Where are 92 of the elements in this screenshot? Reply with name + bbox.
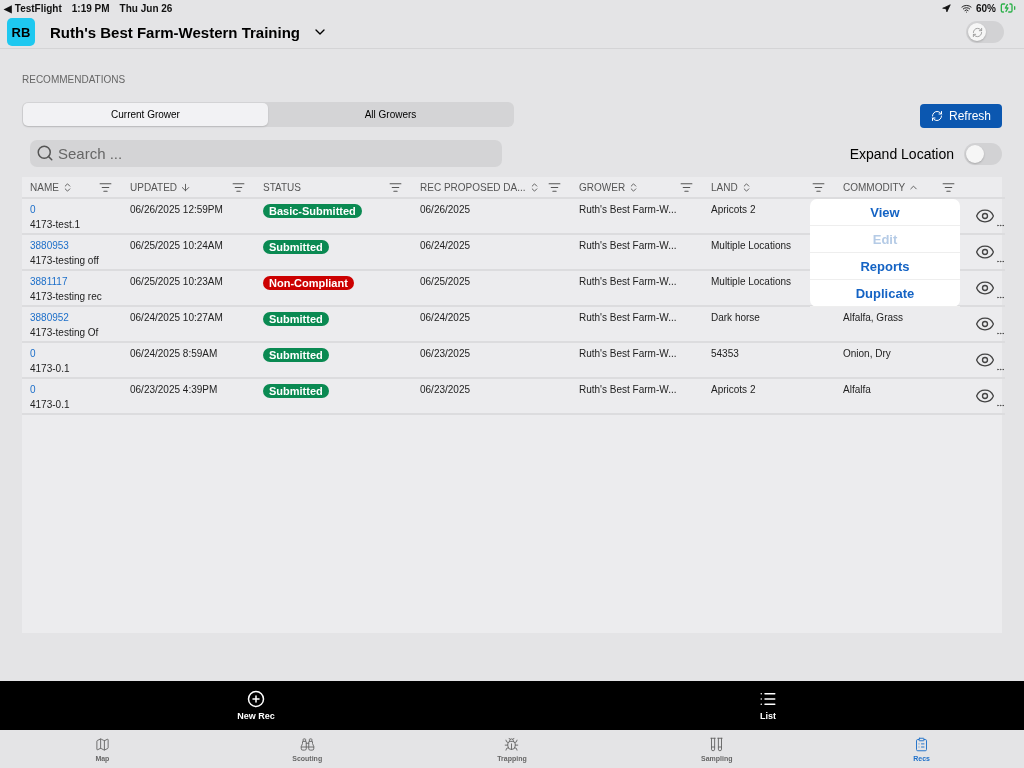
- table-cell: Apricots 2: [703, 379, 835, 415]
- rec-name: 4173-testing Of: [30, 327, 100, 338]
- table-cell: 06/23/2025 4:39PM: [122, 379, 255, 415]
- rec-id-link[interactable]: 0: [30, 384, 122, 395]
- filter-icon[interactable]: [812, 180, 825, 194]
- status-badge: Submitted: [263, 312, 329, 326]
- clipboard-icon: [914, 736, 930, 752]
- segment-tab[interactable]: Current Grower: [23, 102, 268, 126]
- menu-item[interactable]: View: [810, 199, 960, 226]
- column-header[interactable]: UPDATED: [122, 177, 255, 199]
- wifi-icon: [961, 2, 972, 14]
- action-button[interactable]: List: [512, 681, 1024, 730]
- table-cell: 06/25/2025 10:24AM: [122, 235, 255, 271]
- list-icon: [759, 690, 777, 708]
- more-icon[interactable]: [996, 221, 1005, 230]
- more-icon[interactable]: [996, 365, 1005, 374]
- table-cell: 06/23/2025: [412, 343, 571, 379]
- menu-item[interactable]: Duplicate: [810, 280, 960, 307]
- status-badge: Submitted: [263, 384, 329, 398]
- table-cell: Ruth's Best Farm-W...: [571, 235, 703, 271]
- rec-id-link[interactable]: 3881117: [30, 276, 122, 287]
- status-badge: Non-Compliant: [263, 276, 354, 290]
- column-header[interactable]: GROWER: [571, 177, 703, 199]
- map-icon: [94, 736, 110, 752]
- bug-icon: [504, 736, 520, 752]
- column-header[interactable]: NAME: [22, 177, 122, 199]
- table-cell: Ruth's Best Farm-W...: [571, 271, 703, 307]
- table-cell: 06/24/2025 8:59AM: [122, 343, 255, 379]
- expand-location-label: Expand Location: [849, 145, 954, 162]
- rec-id-link[interactable]: 3880952: [30, 312, 122, 323]
- table-cell: Ruth's Best Farm-W...: [571, 307, 703, 343]
- sync-icon: [971, 26, 983, 38]
- table-cell: 06/25/2025: [412, 271, 571, 307]
- binoculars-icon: [299, 736, 315, 752]
- farm-title: Ruth's Best Farm-Western Training: [50, 23, 300, 41]
- rec-id-link[interactable]: 0: [30, 204, 122, 215]
- table-cell: 06/26/2025: [412, 199, 571, 235]
- refresh-icon: [930, 110, 943, 122]
- more-icon[interactable]: [996, 257, 1005, 266]
- table-cell: Dark horse: [703, 307, 835, 343]
- rec-name: 4173-0.1: [30, 363, 71, 374]
- sync-toggle[interactable]: [966, 21, 1004, 43]
- location-icon: [942, 3, 951, 13]
- table-cell: 06/24/2025 10:27AM: [122, 307, 255, 343]
- battery-icon: [1000, 0, 1016, 16]
- back-link[interactable]: ◀ TestFlight: [4, 2, 62, 14]
- table-cell: Ruth's Best Farm-W...: [571, 343, 703, 379]
- table-cell: Ruth's Best Farm-W...: [571, 199, 703, 235]
- filter-icon[interactable]: [680, 180, 693, 194]
- table-cell: Alfalfa: [835, 379, 965, 415]
- table-cell: 06/24/2025: [412, 307, 571, 343]
- table-cell: 06/23/2025: [412, 379, 571, 415]
- arrow-down-icon[interactable]: [180, 181, 192, 193]
- battery-percent: 60%: [976, 2, 996, 14]
- search-field[interactable]: Search ...: [30, 140, 502, 167]
- more-icon[interactable]: [996, 293, 1005, 302]
- filter-icon[interactable]: [389, 180, 402, 194]
- table-cell: 06/24/2025: [412, 235, 571, 271]
- column-header[interactable]: STATUS: [255, 177, 412, 199]
- table-cell: Ruth's Best Farm-W...: [571, 379, 703, 415]
- action-button[interactable]: New Rec: [0, 681, 512, 730]
- more-icon[interactable]: [996, 329, 1005, 338]
- section-title: RECOMMENDATIONS: [22, 74, 127, 85]
- search-icon: [36, 144, 54, 162]
- rec-name: 4173-testing off: [30, 255, 100, 266]
- filter-icon[interactable]: [942, 180, 955, 194]
- filter-icon[interactable]: [99, 180, 112, 194]
- status-badge: Submitted: [263, 240, 329, 254]
- test-tubes-icon: [709, 736, 725, 752]
- status-badge: Basic-Submitted: [263, 204, 362, 218]
- add-icon: [247, 690, 265, 708]
- expand-location-toggle[interactable]: [964, 142, 1002, 165]
- rec-id-link[interactable]: 3880953: [30, 240, 122, 251]
- table-cell: Onion, Dry: [835, 343, 965, 379]
- table-cell: 06/26/2025 12:59PM: [122, 199, 255, 235]
- more-icon[interactable]: [996, 401, 1005, 410]
- column-header[interactable]: REC PROPOSED DA...: [412, 177, 571, 199]
- filter-icon[interactable]: [548, 180, 561, 194]
- rec-id-link[interactable]: 0: [30, 348, 122, 359]
- rec-name: 4173-testing rec: [30, 291, 103, 302]
- rec-name: 4173-test.1: [30, 219, 82, 230]
- table-cell: 06/25/2025 10:23AM: [122, 271, 255, 307]
- segment-tab[interactable]: All Growers: [268, 102, 513, 126]
- date: Thu Jun 26: [119, 2, 173, 14]
- table-cell: 54353: [703, 343, 835, 379]
- rec-name: 4173-0.1: [30, 399, 71, 410]
- clock: 1:19 PM: [71, 2, 110, 14]
- menu-item[interactable]: Reports: [810, 253, 960, 280]
- refresh-button[interactable]: Refresh: [919, 104, 1002, 128]
- filter-icon[interactable]: [232, 180, 245, 194]
- avatar: RB: [7, 18, 35, 46]
- status-badge: Submitted: [263, 348, 329, 362]
